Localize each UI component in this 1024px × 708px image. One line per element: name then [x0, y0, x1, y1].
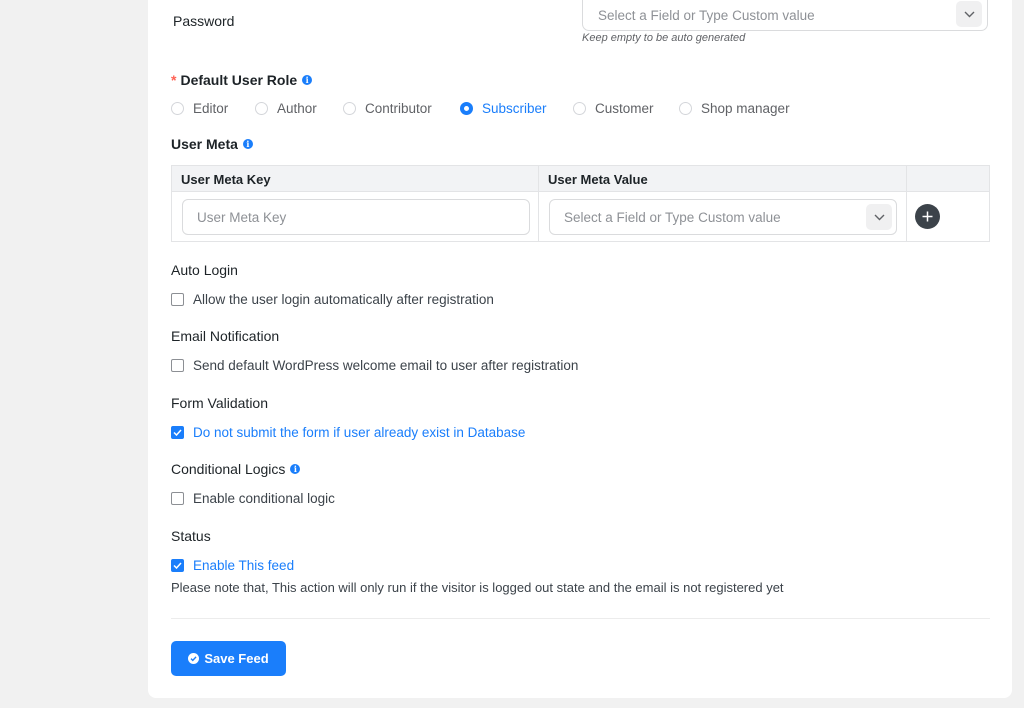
column-header-value: User Meta Value [548, 172, 648, 187]
email-notification-option[interactable]: Send default WordPress welcome email to … [171, 358, 578, 373]
radio-circle[interactable] [255, 102, 268, 115]
column-divider [906, 166, 907, 241]
divider [171, 618, 990, 619]
user-role-radio-group: Editor Author Contributor Subscriber Cus… [171, 101, 799, 116]
settings-card: Password Select a Field or Type Custom v… [148, 0, 1012, 698]
conditional-logics-title: Conditional Logics [171, 461, 286, 477]
radio-circle-checked[interactable] [460, 102, 473, 115]
user-meta-label: User Meta [171, 136, 238, 152]
user-meta-key-input[interactable]: User Meta Key [182, 199, 530, 235]
user-meta-key-placeholder: User Meta Key [197, 210, 287, 225]
info-icon[interactable]: i [302, 75, 313, 85]
check-circle-icon [188, 653, 200, 664]
status-checkbox[interactable] [171, 559, 184, 572]
radio-contributor[interactable]: Contributor [343, 101, 460, 116]
info-icon[interactable]: i [290, 464, 301, 474]
email-notification-checkbox-label: Send default WordPress welcome email to … [193, 358, 579, 373]
radio-label-editor: Editor [193, 101, 229, 116]
email-notification-checkbox[interactable] [171, 359, 184, 372]
radio-label-shop-manager: Shop manager [701, 101, 790, 116]
check-icon [173, 562, 182, 569]
status-note: Please note that, This action will only … [171, 580, 784, 595]
radio-author[interactable]: Author [255, 101, 343, 116]
status-title: Status [171, 528, 211, 544]
user-meta-value-select[interactable]: Select a Field or Type Custom value [549, 199, 897, 235]
password-select[interactable]: Select a Field or Type Custom value [582, 0, 988, 31]
check-icon [173, 429, 182, 436]
column-divider [538, 166, 539, 241]
auto-login-option[interactable]: Allow the user login automatically after… [171, 292, 494, 307]
user-meta-table: User Meta Key User Meta Value User Meta … [171, 165, 990, 242]
radio-editor[interactable]: Editor [171, 101, 255, 116]
user-meta-heading: User Meta i [171, 136, 253, 152]
auto-login-title: Auto Login [171, 262, 238, 278]
user-role-label: Default User Role [180, 72, 298, 88]
radio-circle[interactable] [679, 102, 692, 115]
radio-customer[interactable]: Customer [573, 101, 679, 116]
auto-login-checkbox[interactable] [171, 293, 184, 306]
chevron-down-icon[interactable] [956, 1, 982, 27]
status-option[interactable]: Enable This feed [171, 558, 294, 573]
info-icon[interactable]: i [242, 139, 253, 149]
save-feed-button[interactable]: Save Feed [171, 641, 286, 676]
radio-label-customer: Customer [595, 101, 654, 116]
user-role-heading: * Default User Role i [171, 72, 313, 88]
radio-circle[interactable] [573, 102, 586, 115]
radio-subscriber[interactable]: Subscriber [460, 101, 573, 116]
column-header-key: User Meta Key [181, 172, 271, 187]
email-notification-title: Email Notification [171, 328, 280, 344]
chevron-down-icon[interactable] [866, 204, 892, 230]
form-validation-title: Form Validation [171, 395, 269, 411]
auto-login-checkbox-label: Allow the user login automatically after… [193, 292, 494, 307]
radio-circle[interactable] [343, 102, 356, 115]
password-select-placeholder: Select a Field or Type Custom value [598, 8, 815, 23]
status-checkbox-label: Enable This feed [193, 558, 295, 573]
conditional-logics-checkbox-label: Enable conditional logic [193, 491, 335, 506]
save-feed-label: Save Feed [204, 651, 269, 666]
conditional-logics-option[interactable]: Enable conditional logic [171, 491, 335, 506]
plus-circle-icon[interactable] [915, 204, 940, 229]
form-validation-checkbox-label: Do not submit the form if user already e… [193, 425, 526, 440]
form-validation-checkbox[interactable] [171, 426, 184, 439]
radio-label-subscriber: Subscriber [482, 101, 547, 116]
radio-label-contributor: Contributor [365, 101, 432, 116]
required-mark: * [171, 72, 177, 88]
conditional-logics-heading: Conditional Logics i [171, 461, 301, 477]
radio-shop-manager[interactable]: Shop manager [679, 101, 799, 116]
conditional-logics-checkbox[interactable] [171, 492, 184, 505]
password-label: Password [173, 13, 235, 29]
form-validation-option[interactable]: Do not submit the form if user already e… [171, 425, 525, 440]
user-meta-value-placeholder: Select a Field or Type Custom value [564, 210, 781, 225]
radio-label-author: Author [277, 101, 317, 116]
password-hint: Keep empty to be auto generated [582, 32, 746, 44]
radio-circle[interactable] [171, 102, 184, 115]
